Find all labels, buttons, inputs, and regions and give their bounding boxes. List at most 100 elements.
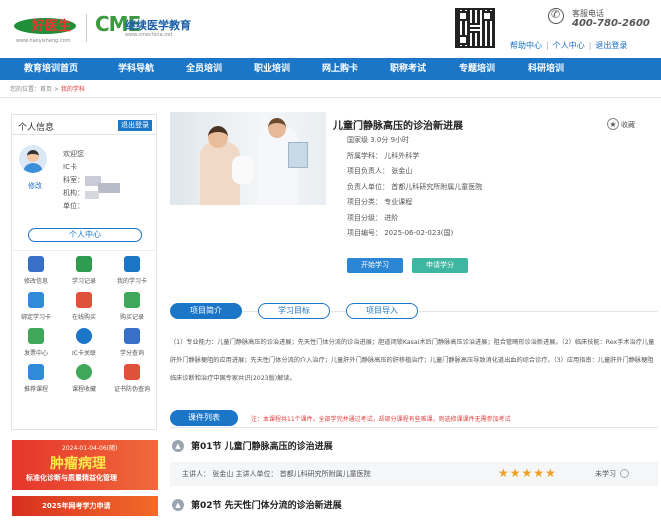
shortcut-cert-verify[interactable]: 证书防伪查询 xyxy=(108,364,156,396)
book-icon xyxy=(28,364,44,380)
ic-card-label: IC卡 xyxy=(63,163,77,171)
shortcut-recommend[interactable]: 推荐课程 xyxy=(12,364,60,396)
lesson-detail-row: 主讲人： 张金山 主讲人单位： 首都儿科研究所附属儿童医院 ★★★★★ 未学习 xyxy=(170,462,658,486)
course-meta-level: 国家级 3.0分 9小时 xyxy=(347,136,410,144)
tab-import[interactable]: 项目导入 xyxy=(346,303,418,319)
breadcrumb-divider xyxy=(0,97,661,98)
lesson-title[interactable]: 第01节 儿童门静脉高压的诊治进展 xyxy=(191,439,333,452)
course-intro-text: （1）专业能力：儿童门静脉高压的诊治进展；先天性门体分流的诊治进展；胆道闭锁Ka… xyxy=(170,339,655,382)
course-meta-category: 项目分类： 专业课程 xyxy=(347,198,413,206)
help-center-link[interactable]: 帮助中心 xyxy=(510,41,542,50)
shortcut-study-record[interactable]: 学习记录 xyxy=(60,256,108,288)
list-divider xyxy=(170,427,658,428)
sidebar-logout-button[interactable]: 退出登录 xyxy=(118,120,152,131)
tab-objectives[interactable]: 学习目标 xyxy=(258,303,330,319)
promo-banner-exam[interactable]: 2025年网考学力申请 xyxy=(12,496,158,516)
cme-logo[interactable]: CME 继续医学教育 www.cmechina.net xyxy=(95,12,191,38)
site-header: 好医生 www.haoyisheng.com CME 继续医学教育 www.cm… xyxy=(0,0,661,58)
banner-date: 2024-01-04-06(随) xyxy=(62,445,118,452)
redacted-info xyxy=(98,183,120,193)
cart-icon xyxy=(76,292,92,308)
tab-courseware-list[interactable]: 课件列表 xyxy=(170,410,238,426)
course-title: 儿童门静脉高压的诊治新进展 xyxy=(333,121,463,132)
lesson-speaker: 主讲人： 张金山 主讲人单位： 首都儿科研究所附属儿童医院 xyxy=(182,470,371,478)
course-meta-grade: 项目分级： 进阶 xyxy=(347,213,399,222)
cme-name: 继续医学教育 xyxy=(125,19,191,32)
shortcut-ic-link[interactable]: IC卡关联 xyxy=(60,328,108,360)
shortcut-bind-card[interactable]: 绑定学习卡 xyxy=(12,292,60,324)
org-label: 机构： xyxy=(63,189,84,197)
cme-url: www.cmechina.net xyxy=(125,32,173,38)
breadcrumb-prefix[interactable]: 您的位置：首页 > xyxy=(10,86,61,93)
nav-item-all-staff[interactable]: 全员培训 xyxy=(170,58,238,80)
sidebar-divider xyxy=(11,250,157,251)
lesson-icon: ▲ xyxy=(172,499,184,511)
course-meta: 国家级 3.0分 9小时 所属学科： 儿科外科学 项目负责人： 张金山 负责人单… xyxy=(347,133,482,242)
breadcrumb-current[interactable]: 我的学科 xyxy=(61,86,85,93)
nav-item-home[interactable]: 教育培训首页 xyxy=(0,58,102,80)
nav-item-vocational[interactable]: 职业培训 xyxy=(238,58,306,80)
lesson-icon: ▲ xyxy=(172,440,184,452)
shield-icon xyxy=(124,364,140,380)
main-nav: 教育培训首页 学科导航 全员培训 职业培训 网上购卡 职称考试 专题培训 科研培… xyxy=(0,58,661,80)
card-icon xyxy=(124,256,140,272)
bind-card-icon xyxy=(28,292,44,308)
shortcut-favorites[interactable]: 课程收藏 xyxy=(60,364,108,396)
banner2-text: 2025年网考学力申请 xyxy=(42,502,111,510)
bookmark-icon xyxy=(76,256,92,272)
course-image xyxy=(170,112,326,205)
nav-item-research[interactable]: 科研培训 xyxy=(512,58,580,80)
qr-code-icon xyxy=(455,8,495,48)
phone-icon xyxy=(548,8,564,24)
personal-center-link[interactable]: 个人中心 xyxy=(553,41,585,50)
monitor-icon xyxy=(124,328,140,344)
course-meta-unit: 负责人单位： 首都儿科研究所附属儿童医院 xyxy=(347,182,483,191)
hotline-number: 400-780-2600 xyxy=(572,18,650,29)
rating-stars-icon: ★★★★★ xyxy=(498,466,557,480)
favorite-label: 收藏 xyxy=(621,121,635,129)
star-icon xyxy=(76,364,92,380)
nav-item-subjects[interactable]: 学科导航 xyxy=(102,58,170,80)
logo1-text: 好医生 xyxy=(32,19,72,34)
promo-banner-pathology[interactable]: 2024-01-04-06(随) 肿瘤病理 标准化诊断与质量精益化管理 xyxy=(12,440,158,490)
shortcut-edit-info[interactable]: 修改信息 xyxy=(12,256,60,288)
panel-header: 个人信息 退出登录 xyxy=(12,115,156,135)
breadcrumb: 您的位置：首页 > 我的学科 xyxy=(10,84,85,93)
nav-item-special[interactable]: 专题培训 xyxy=(442,58,512,80)
nav-item-buy-card[interactable]: 网上购卡 xyxy=(306,58,374,80)
shortcut-credit-query[interactable]: 学分查询 xyxy=(108,328,156,360)
nav-item-title-exam[interactable]: 职称考试 xyxy=(374,58,442,80)
shortcut-my-card[interactable]: 我的学习卡 xyxy=(108,256,156,288)
star-icon: ★ xyxy=(607,118,619,130)
course-meta-leader: 项目负责人： 张金山 xyxy=(347,167,413,175)
logo1-url: www.haoyisheng.com xyxy=(16,38,71,44)
lesson-title[interactable]: 第02节 先天性门体分流的诊治新进展 xyxy=(191,498,342,511)
user-info: 欢迎您 IC卡 科室： 机构： 单位： xyxy=(63,148,84,213)
shortcut-purchase-record[interactable]: 购买记录 xyxy=(108,292,156,324)
banner-headline: 肿瘤病理 xyxy=(50,456,106,472)
courseware-notice: 注：本课程共11个课件，全部学完并通过考试，却部分课程有些难课，则选修课课件无需… xyxy=(251,416,511,423)
logo-divider xyxy=(86,14,87,42)
shortcut-buy-online[interactable]: 在线购买 xyxy=(60,292,108,324)
link-icon xyxy=(76,328,92,344)
edit-profile-link[interactable]: 修改 xyxy=(28,181,42,191)
dept-label: 科室： xyxy=(63,176,84,184)
start-learning-button[interactable]: 开始学习 xyxy=(347,258,403,273)
edit-icon xyxy=(28,256,44,272)
haoyisheng-logo[interactable]: 好医生 www.haoyisheng.com xyxy=(14,14,76,44)
lesson-status: 未学习 xyxy=(595,470,616,478)
top-links: 帮助中心 | 个人中心 | 退出登录 xyxy=(510,41,628,50)
status-circle-icon xyxy=(620,469,629,478)
shortcut-invoice[interactable]: 发票中心 xyxy=(12,328,60,360)
favorite-button[interactable]: ★ 收藏 xyxy=(607,118,635,130)
logout-link[interactable]: 退出登录 xyxy=(595,41,627,50)
personal-center-button[interactable]: 个人中心 xyxy=(28,228,142,242)
panel-title: 个人信息 xyxy=(18,123,55,133)
course-meta-number: 项目编号： 2025-06-02-023(国) xyxy=(347,229,454,237)
avatar xyxy=(19,145,47,173)
receipt-icon xyxy=(124,292,140,308)
tab-intro[interactable]: 项目简介 xyxy=(170,303,242,319)
apply-credit-button[interactable]: 申请学分 xyxy=(412,258,468,273)
redacted-info xyxy=(85,191,99,199)
unit-label: 单位： xyxy=(63,202,84,210)
